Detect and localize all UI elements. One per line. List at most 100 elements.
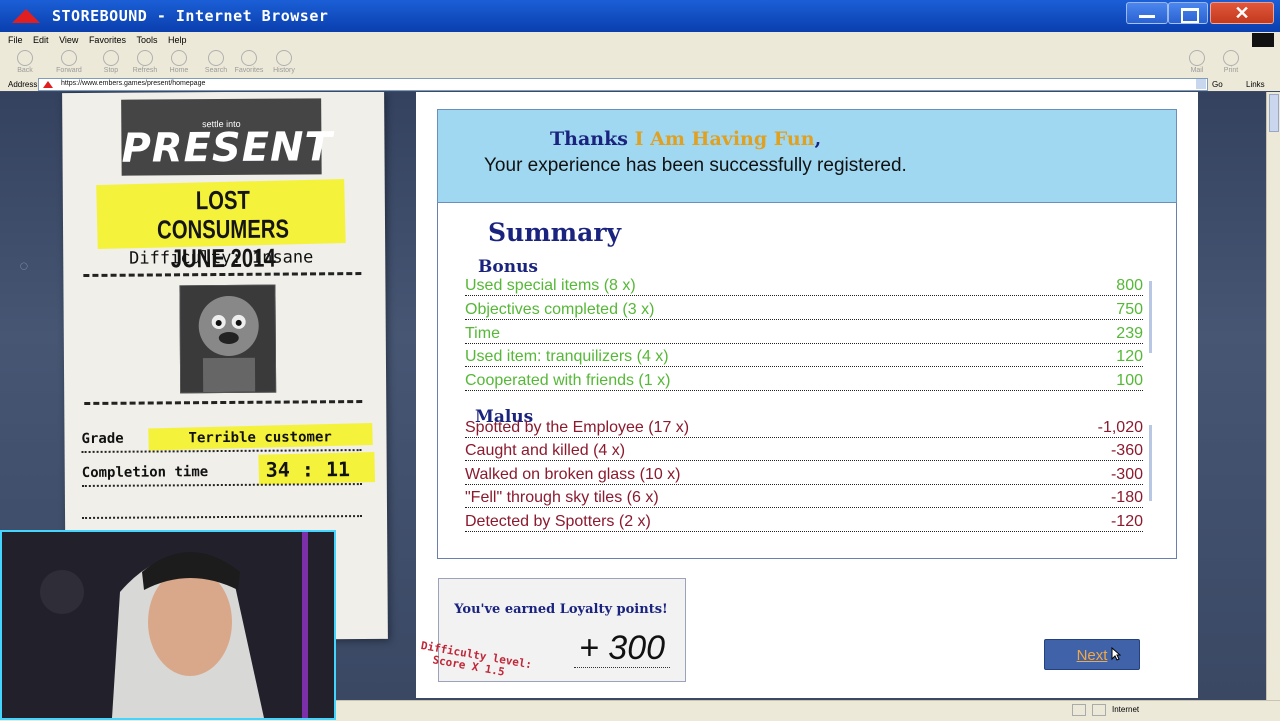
search-button[interactable]: Search	[199, 50, 233, 74]
bonus-label: Objectives completed (3 x)	[465, 301, 655, 318]
malus-row: Spotted by the Employee (17 x) -1,020	[465, 417, 1143, 438]
bonus-title: Bonus	[478, 257, 538, 277]
malus-row: Caught and killed (4 x) -360	[465, 440, 1143, 461]
dashed-divider	[84, 400, 363, 405]
links-button[interactable]: Links	[1246, 80, 1265, 89]
malus-value: -360	[1110, 442, 1143, 459]
thanks-heading: Thanks I Am Having Fun,	[550, 128, 821, 150]
mail-icon	[1189, 50, 1205, 66]
minimize-button[interactable]	[1126, 2, 1168, 24]
completion-value: 34 : 11	[265, 457, 351, 482]
address-input[interactable]: https://www.embers.games/present/homepag…	[38, 78, 1208, 91]
malus-label: Walked on broken glass (10 x)	[465, 466, 681, 483]
bonus-value: 239	[1116, 325, 1143, 342]
menu-help[interactable]: Help	[168, 35, 187, 45]
loyalty-points: + 300	[579, 629, 666, 667]
menu-edit[interactable]: Edit	[33, 35, 49, 45]
mascot-icon	[180, 285, 276, 393]
favorites-button[interactable]: Favorites	[232, 50, 266, 74]
title-bar: STOREBOUND - Internet Browser ✕	[0, 0, 1280, 32]
faded-chat-avatar: ◯	[20, 263, 28, 270]
thanks-suffix: ,	[814, 128, 822, 150]
malus-row: "Fell" through sky tiles (6 x) -180	[465, 487, 1143, 508]
bonus-value: 120	[1116, 348, 1143, 365]
malus-label: Spotted by the Employee (17 x)	[465, 419, 690, 436]
bonus-label: Time	[465, 325, 500, 342]
bonus-value: 100	[1116, 372, 1143, 389]
malus-label: Caught and killed (4 x)	[465, 442, 626, 459]
refresh-button[interactable]: Refresh	[128, 50, 162, 74]
player-name: I Am Having Fun	[634, 128, 815, 150]
status-cell	[1092, 704, 1106, 716]
malus-label: Detected by Spotters (2 x)	[465, 513, 651, 530]
mail-button[interactable]: Mail	[1180, 50, 1214, 74]
next-button[interactable]: Next	[1044, 639, 1140, 670]
window-title: STOREBOUND - Internet Browser	[52, 7, 329, 25]
dotted-divider	[81, 483, 362, 488]
home-button[interactable]: Home	[162, 50, 196, 74]
webcam-feed	[2, 532, 334, 718]
bonus-row: Used special items (8 x) 800	[465, 275, 1143, 296]
bonus-label: Used special items (8 x)	[465, 277, 636, 294]
mascot-portrait	[179, 284, 277, 394]
webcam-overlay	[0, 530, 336, 720]
address-url: https://www.embers.games/present/homepag…	[61, 80, 206, 87]
home-icon	[171, 50, 187, 66]
back-button[interactable]: Back	[8, 50, 42, 74]
maximize-button[interactable]	[1168, 2, 1208, 24]
address-dropdown-icon[interactable]	[1196, 79, 1206, 89]
bonus-label: Cooperated with friends (1 x)	[465, 372, 671, 389]
registered-message: Your experience has been successfully re…	[484, 155, 907, 176]
menu-tools[interactable]: Tools	[136, 35, 157, 45]
bonus-scrollbar[interactable]	[1149, 281, 1152, 353]
malus-scrollbar[interactable]	[1149, 425, 1152, 501]
malus-row: Walked on broken glass (10 x) -300	[465, 464, 1143, 485]
menu-file[interactable]: File	[8, 35, 23, 45]
stop-button[interactable]: Stop	[94, 50, 128, 74]
difficulty-text: Difficulty: Insane	[129, 247, 314, 269]
malus-value: -1,020	[1097, 419, 1143, 436]
go-button[interactable]: Go	[1212, 80, 1223, 89]
forward-arrow-icon	[61, 50, 77, 66]
menu-view[interactable]: View	[59, 35, 78, 45]
mouse-cursor-icon	[1111, 647, 1121, 661]
grade-value: Terrible customer	[188, 429, 332, 447]
dotted-divider	[82, 515, 363, 520]
back-arrow-icon	[17, 50, 33, 66]
bonus-row: Objectives completed (3 x) 750	[465, 299, 1143, 320]
printer-icon	[1223, 50, 1239, 66]
completion-label: Completion time	[81, 464, 209, 482]
scrollbar-thumb[interactable]	[1269, 94, 1279, 132]
close-button[interactable]: ✕	[1210, 2, 1274, 24]
malus-row: Detected by Spotters (2 x) -120	[465, 511, 1143, 532]
print-button[interactable]: Print	[1214, 50, 1248, 74]
malus-value: -120	[1110, 513, 1143, 530]
summary-title: Summary	[488, 218, 622, 247]
next-label: Next	[1076, 647, 1108, 664]
address-bar: Address https://www.embers.games/present…	[0, 78, 1280, 91]
present-logo: settle into PRESENT	[121, 98, 333, 176]
page-scrollbar[interactable]	[1266, 92, 1280, 700]
level-line-1: LOST CONSUMERS	[157, 184, 290, 245]
forward-button[interactable]: Forward	[52, 50, 86, 74]
bonus-row: Used item: tranquilizers (4 x) 120	[465, 346, 1143, 367]
menu-favorites[interactable]: Favorites	[89, 35, 126, 45]
malus-value: -180	[1110, 489, 1143, 506]
bonus-value: 800	[1116, 277, 1143, 294]
address-label: Address	[8, 80, 38, 89]
results-page: Thanks I Am Having Fun, Your experience …	[416, 92, 1198, 698]
history-icon	[276, 50, 292, 66]
windows-logo-icon	[1252, 33, 1274, 47]
thanks-banner: Thanks I Am Having Fun, Your experience …	[437, 109, 1177, 203]
refresh-icon	[137, 50, 153, 66]
loyalty-title: You've earned Loyalty points!	[454, 602, 668, 617]
security-zone: Internet	[1112, 705, 1140, 714]
search-icon	[208, 50, 224, 66]
summary-panel: Summary Bonus Used special items (8 x) 80…	[437, 203, 1177, 559]
history-button[interactable]: History	[267, 50, 301, 74]
status-cell	[1072, 704, 1086, 716]
close-icon: ✕	[1234, 3, 1250, 23]
bonus-value: 750	[1116, 301, 1143, 318]
star-icon	[241, 50, 257, 66]
site-favicon-icon	[43, 81, 53, 88]
